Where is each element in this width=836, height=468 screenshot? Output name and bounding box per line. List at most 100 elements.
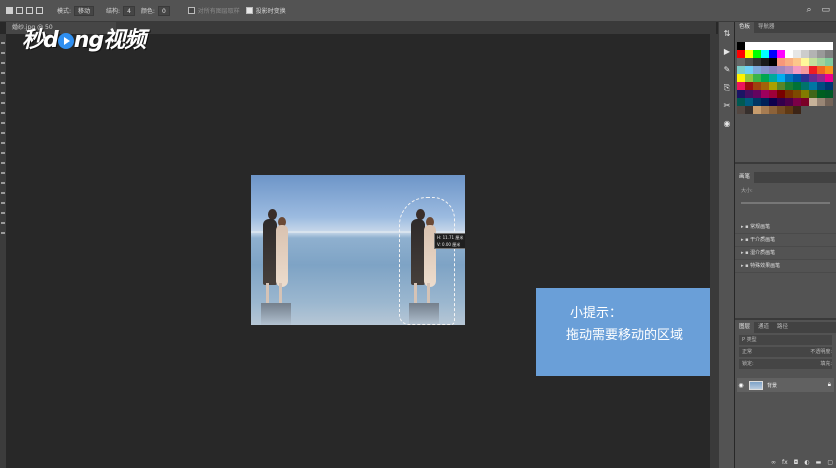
- link-icon[interactable]: ∞: [771, 459, 776, 466]
- color-swatch[interactable]: [801, 90, 809, 98]
- mask-icon[interactable]: ◘: [794, 459, 799, 466]
- color-swatch[interactable]: [825, 98, 833, 106]
- tool-icon[interactable]: [1, 172, 5, 174]
- brush-size-slider[interactable]: [741, 202, 830, 204]
- tab-layers[interactable]: 图层: [735, 322, 755, 333]
- brush-group[interactable]: 特殊效果画笔: [735, 260, 836, 273]
- marquee-selection[interactable]: [399, 197, 455, 325]
- new-selection-icon[interactable]: [6, 7, 13, 14]
- color-swatch[interactable]: [761, 98, 769, 106]
- color-swatch[interactable]: [817, 74, 825, 82]
- color-swatch[interactable]: [817, 98, 825, 106]
- tab-navigator[interactable]: 导航器: [754, 22, 779, 33]
- clone-icon[interactable]: ⎘: [722, 84, 732, 92]
- swatch-grid[interactable]: [737, 42, 833, 114]
- color-swatch[interactable]: [825, 58, 833, 66]
- color-swatch[interactable]: [825, 82, 833, 90]
- tool-icon[interactable]: [1, 202, 5, 204]
- color-swatch[interactable]: [761, 58, 769, 66]
- tool-icon[interactable]: [1, 232, 5, 234]
- color-swatch[interactable]: [737, 74, 745, 82]
- tab-paths[interactable]: 路径: [773, 322, 792, 333]
- subtract-selection-icon[interactable]: [26, 7, 33, 14]
- workspace-icon[interactable]: ▭: [821, 5, 830, 15]
- color-swatch[interactable]: [793, 66, 801, 74]
- color-swatch[interactable]: [745, 42, 753, 50]
- adjustment-icon[interactable]: ◐: [804, 459, 809, 466]
- tool-icon[interactable]: [1, 52, 5, 54]
- color-swatch[interactable]: [769, 98, 777, 106]
- color-swatch[interactable]: [761, 106, 769, 114]
- color-swatch[interactable]: [817, 90, 825, 98]
- structure-select[interactable]: 4: [123, 5, 135, 16]
- color-swatch[interactable]: [785, 74, 793, 82]
- color-swatch[interactable]: [793, 74, 801, 82]
- color-swatch[interactable]: [777, 58, 785, 66]
- color-swatch[interactable]: [737, 50, 745, 58]
- color-swatch[interactable]: [809, 82, 817, 90]
- color-swatch[interactable]: [793, 50, 801, 58]
- visibility-eye-icon[interactable]: ◉: [737, 382, 745, 389]
- color-swatch[interactable]: [745, 90, 753, 98]
- color-swatch[interactable]: [785, 82, 793, 90]
- history-icon[interactable]: ⇅: [722, 30, 732, 38]
- brush-icon[interactable]: ✎: [722, 66, 732, 74]
- color-swatch[interactable]: [769, 66, 777, 74]
- tool-icon[interactable]: [1, 102, 5, 104]
- color-swatch[interactable]: [777, 74, 785, 82]
- color-swatch[interactable]: [825, 66, 833, 74]
- color-swatch[interactable]: [801, 66, 809, 74]
- color-swatch[interactable]: [745, 58, 753, 66]
- canvas-image[interactable]: H: 11.71 厘米 V: 0.00 厘米: [251, 175, 465, 325]
- color-swatch[interactable]: [785, 50, 793, 58]
- color-swatch[interactable]: [761, 90, 769, 98]
- color-swatch[interactable]: [737, 98, 745, 106]
- color-swatch[interactable]: [769, 74, 777, 82]
- color-swatch[interactable]: [777, 106, 785, 114]
- color-swatch[interactable]: [777, 90, 785, 98]
- intersect-selection-icon[interactable]: [36, 7, 43, 14]
- color-swatch[interactable]: [801, 98, 809, 106]
- color-swatch[interactable]: [753, 82, 761, 90]
- color-swatch[interactable]: [793, 42, 801, 50]
- color-swatch[interactable]: [801, 58, 809, 66]
- color-swatch[interactable]: [745, 106, 753, 114]
- tool-icon[interactable]: [1, 62, 5, 64]
- color-swatch[interactable]: [745, 66, 753, 74]
- color-swatch[interactable]: [801, 82, 809, 90]
- color-swatch[interactable]: [769, 90, 777, 98]
- color-swatch[interactable]: [793, 58, 801, 66]
- tool-icon[interactable]: [1, 222, 5, 224]
- color-swatch[interactable]: [737, 58, 745, 66]
- color-swatch[interactable]: [761, 82, 769, 90]
- color-swatch[interactable]: [809, 42, 817, 50]
- add-selection-icon[interactable]: [16, 7, 23, 14]
- color-swatch[interactable]: [825, 74, 833, 82]
- color-swatch[interactable]: [753, 58, 761, 66]
- color-swatch[interactable]: [817, 82, 825, 90]
- color-swatch[interactable]: [777, 82, 785, 90]
- tab-swatches[interactable]: 色板: [735, 22, 755, 33]
- color-swatch[interactable]: [777, 50, 785, 58]
- tool-icon[interactable]: [1, 182, 5, 184]
- color-swatch[interactable]: [793, 106, 801, 114]
- color-swatch[interactable]: [745, 50, 753, 58]
- color-swatch[interactable]: [809, 74, 817, 82]
- tool-icon[interactable]: [1, 82, 5, 84]
- mode-select[interactable]: 移动: [74, 5, 95, 16]
- color-swatch[interactable]: [785, 106, 793, 114]
- tool-icon[interactable]: [1, 142, 5, 144]
- tools-icon[interactable]: ✂: [722, 102, 732, 110]
- tool-icon[interactable]: [1, 122, 5, 124]
- color-swatch[interactable]: [753, 106, 761, 114]
- color-swatch[interactable]: [745, 82, 753, 90]
- color-swatch[interactable]: [817, 58, 825, 66]
- color-swatch[interactable]: [761, 42, 769, 50]
- color-swatch[interactable]: [753, 98, 761, 106]
- color-swatch[interactable]: [745, 98, 753, 106]
- color-swatch[interactable]: [825, 42, 833, 50]
- color-swatch[interactable]: [753, 66, 761, 74]
- color-swatch[interactable]: [809, 50, 817, 58]
- tool-icon[interactable]: [1, 92, 5, 94]
- color-swatch[interactable]: [737, 90, 745, 98]
